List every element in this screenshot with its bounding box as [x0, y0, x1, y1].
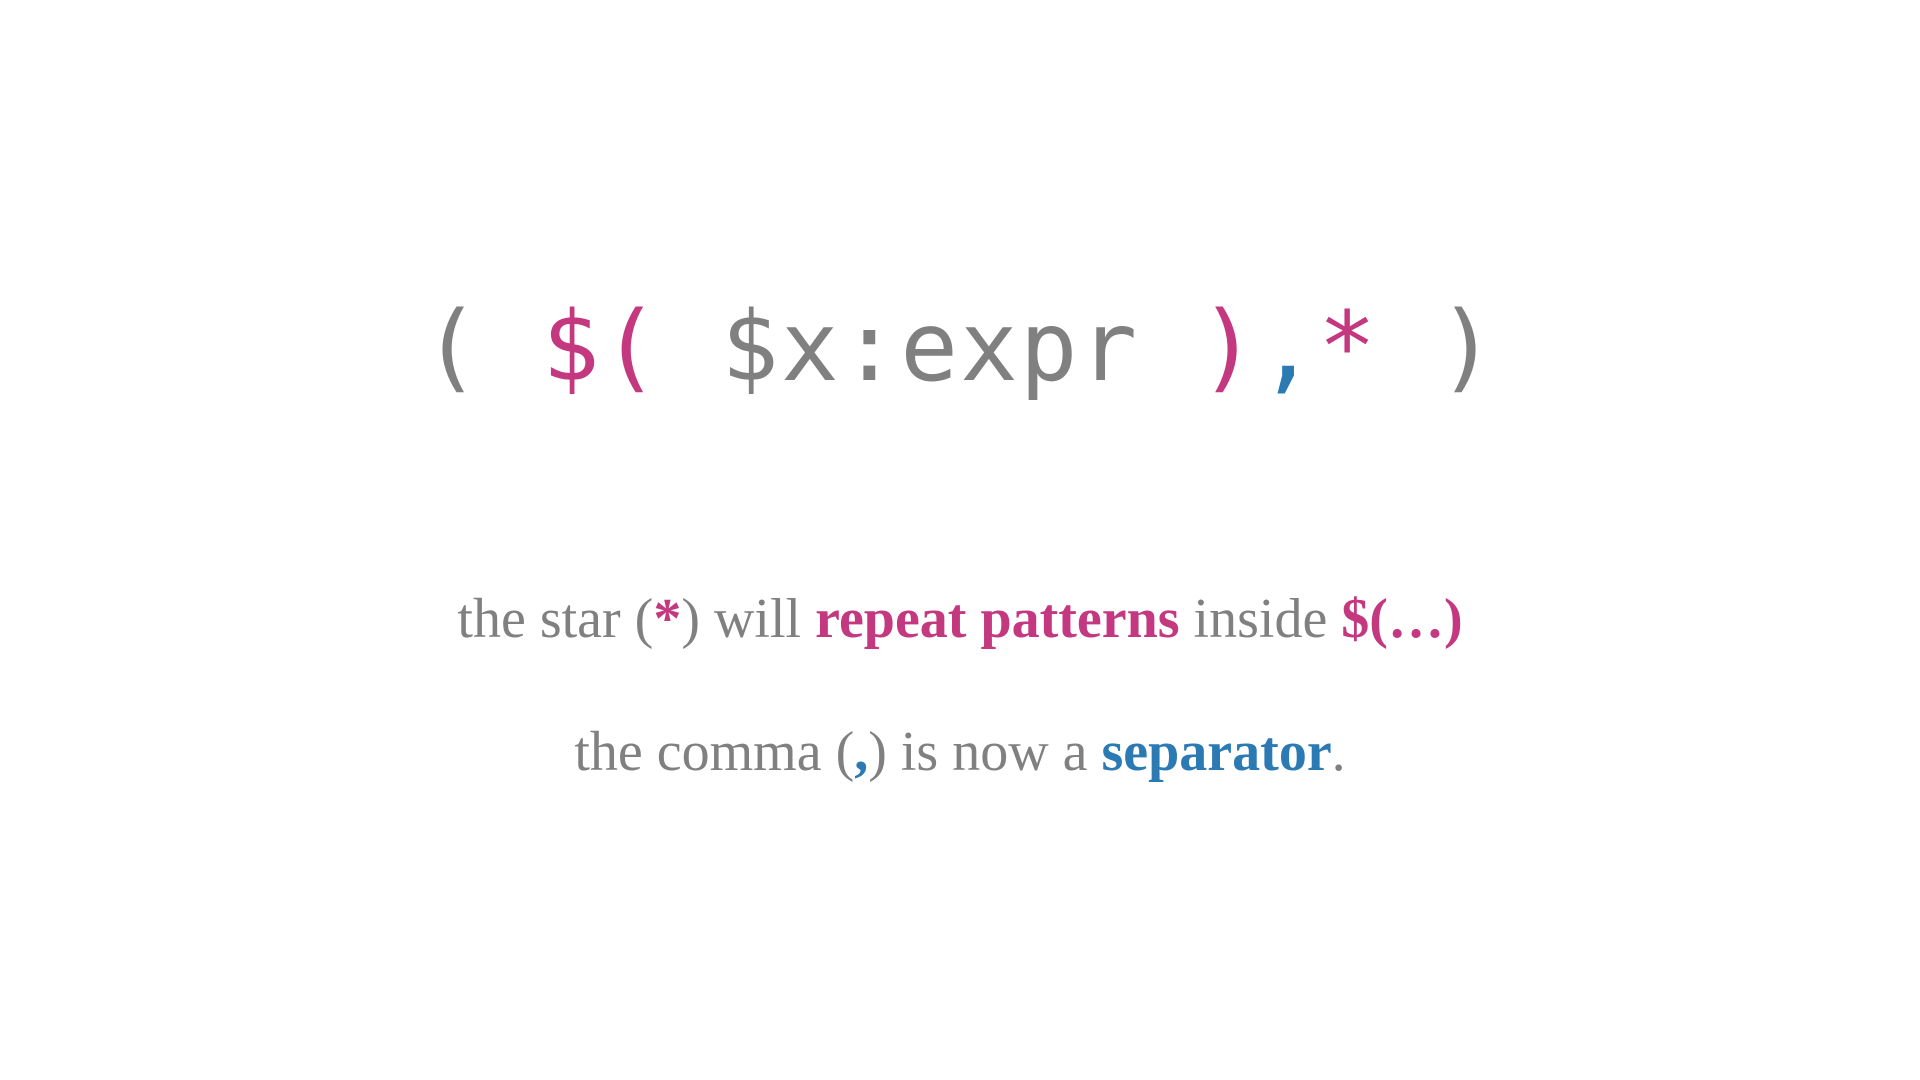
separator-highlight: separator	[1102, 721, 1332, 783]
code-paren-close: )	[1378, 291, 1497, 403]
text-segment: ) will	[681, 588, 815, 650]
code-separator: ,	[1259, 291, 1319, 403]
text-segment: the comma (	[574, 721, 854, 783]
star-highlight: *	[653, 588, 681, 650]
dollar-paren-highlight: $(…)	[1341, 588, 1462, 650]
code-repeat-close: )	[1199, 291, 1259, 403]
code-repeat-open: $(	[542, 291, 661, 403]
code-star: *	[1318, 291, 1378, 403]
text-segment: the star (	[457, 588, 653, 650]
comma-highlight: ,	[854, 721, 868, 783]
explanation-line-1: the star (*) will repeat patterns inside…	[457, 583, 1462, 656]
text-segment: inside	[1180, 588, 1342, 650]
explanation-line-2: the comma (,) is now a separator.	[574, 716, 1345, 789]
text-segment: .	[1332, 721, 1346, 783]
repeat-patterns-highlight: repeat patterns	[815, 588, 1179, 650]
macro-pattern-code: ( $( $x:expr ),* )	[423, 291, 1498, 403]
code-pattern-body: $x:expr	[661, 291, 1198, 403]
code-paren-open: (	[423, 291, 542, 403]
text-segment: ) is now a	[868, 721, 1101, 783]
